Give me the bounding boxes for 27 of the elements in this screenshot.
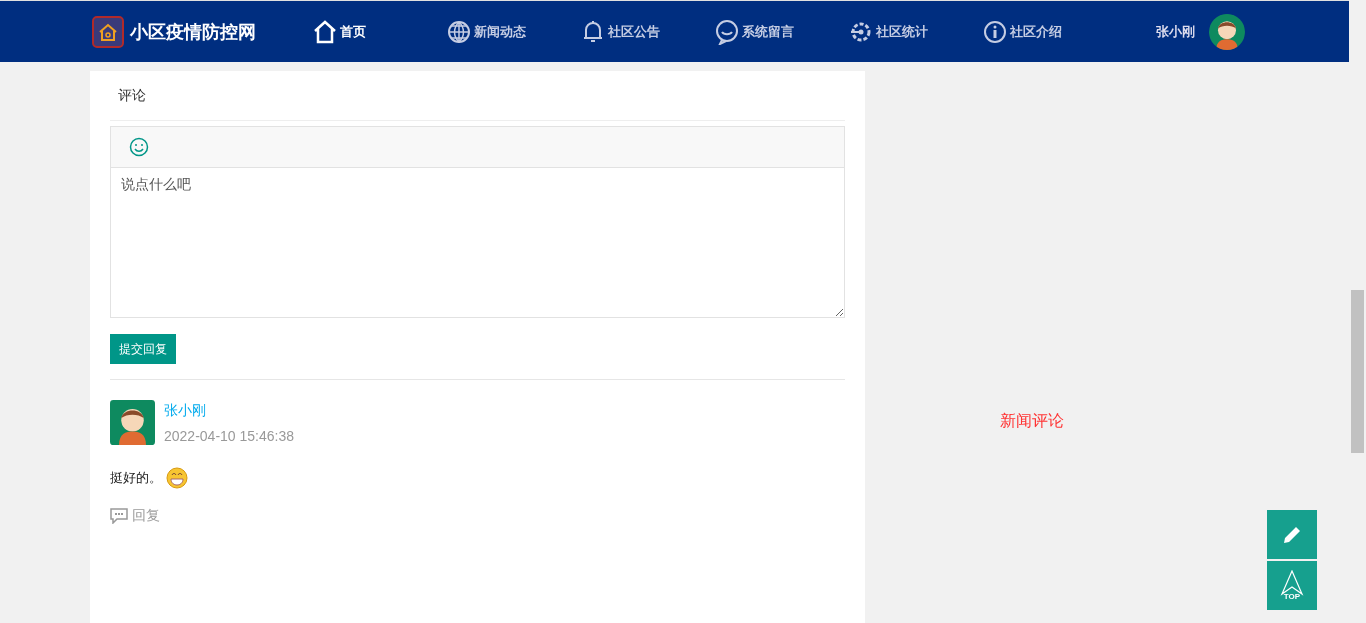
comment-input-field[interactable]: 说点什么吧 xyxy=(110,168,845,318)
panel-title: 评论 xyxy=(110,71,845,121)
smiley-icon[interactable] xyxy=(129,137,149,157)
comment-time: 2022-04-10 15:46:38 xyxy=(164,428,294,444)
nav-link[interactable]: 社区公告 xyxy=(580,18,714,45)
globe-icon xyxy=(446,18,472,45)
house-logo-icon xyxy=(92,15,124,48)
nav-link[interactable]: 社区介绍 xyxy=(982,18,1116,45)
nav-link[interactable]: 社区统计 xyxy=(848,18,982,45)
comment-icon xyxy=(110,508,128,524)
comment-text: 挺好的。 xyxy=(110,469,162,487)
user-name[interactable]: 张小刚 xyxy=(1156,22,1195,41)
nav-link[interactable]: 系统留言 xyxy=(714,18,848,45)
info-icon xyxy=(982,18,1008,45)
edit-button[interactable] xyxy=(1267,510,1317,559)
avatar-icon xyxy=(1209,13,1245,50)
side-label: 新闻评论 xyxy=(1000,411,1064,431)
site-title: 小区疫情防控网 xyxy=(130,20,256,44)
nav-link[interactable]: 新闻动态 xyxy=(446,18,580,45)
avatar-icon xyxy=(110,400,155,445)
grinning-emoji-icon xyxy=(166,467,188,489)
scrollbar-thumb[interactable] xyxy=(1351,290,1364,453)
nav-link[interactable]: 首页 xyxy=(312,18,446,45)
arrow-icon xyxy=(1280,570,1304,596)
speech-bubble-icon xyxy=(714,18,740,45)
house-icon xyxy=(312,18,338,45)
submit-reply-button[interactable]: 提交回复 xyxy=(110,334,176,364)
